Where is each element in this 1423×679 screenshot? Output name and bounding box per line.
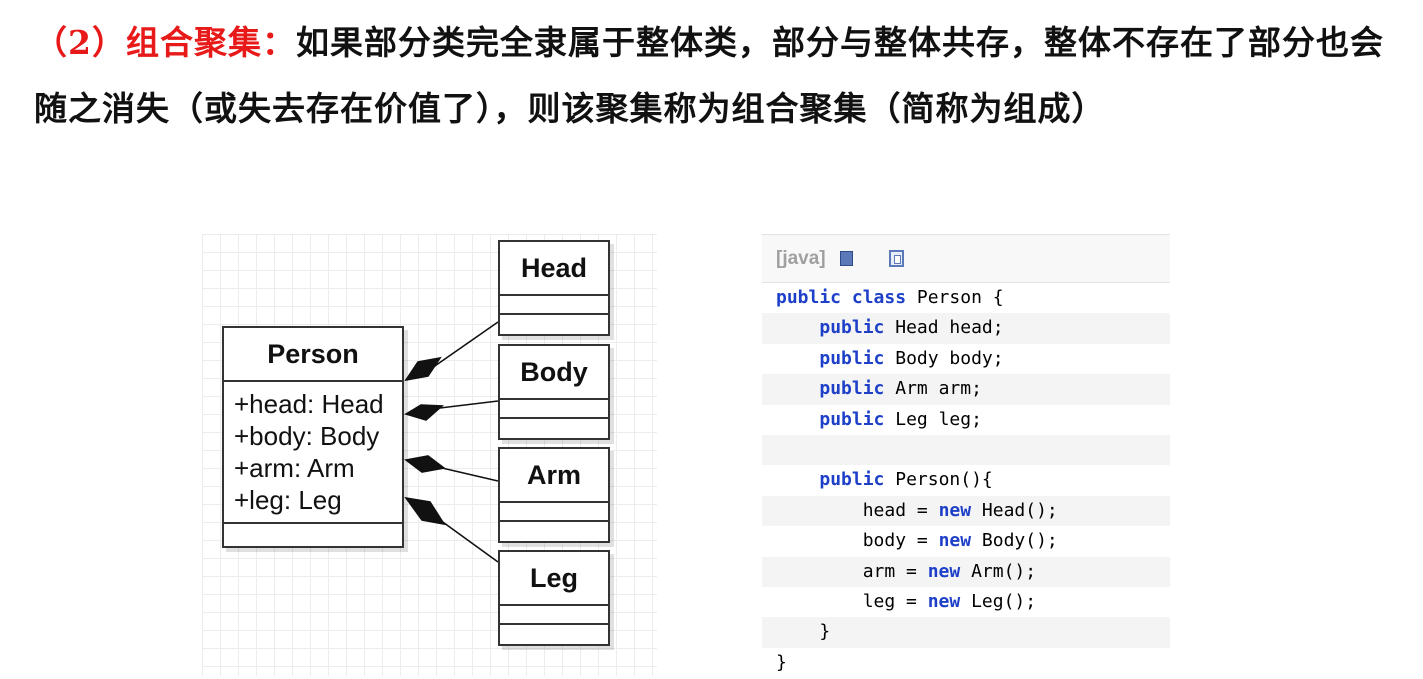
code-line: public Person(){: [762, 465, 1170, 495]
diamond-arm: [404, 455, 446, 473]
attribute: +arm: Arm: [234, 453, 355, 483]
class-head-methods: [500, 315, 608, 332]
link-body: [439, 400, 499, 409]
code-line: }: [762, 648, 1170, 678]
class-head-attributes: [500, 296, 608, 315]
code-text: Arm();: [960, 560, 1037, 582]
class-head: Head: [498, 240, 610, 336]
code-text: Leg leg;: [884, 408, 982, 430]
class-arm: Arm: [498, 447, 610, 543]
diamond-body: [404, 404, 445, 421]
code-text: Head();: [971, 499, 1058, 521]
diamond-leg: [404, 496, 446, 526]
code-text: Arm arm;: [884, 378, 982, 400]
code-line: public Body body;: [762, 344, 1170, 374]
code-text: Person {: [906, 287, 1004, 308]
code-line: arm = new Arm();: [762, 556, 1170, 587]
class-head-name: Head: [500, 242, 608, 296]
code-line: public Head head;: [762, 313, 1170, 344]
code-keyword: new: [938, 530, 972, 552]
class-leg-attributes: [500, 606, 608, 625]
view-source-icon[interactable]: [839, 251, 853, 266]
code-text: leg =: [776, 590, 928, 612]
attribute: +head: Head: [234, 389, 384, 419]
intro-paragraph: （2）组合聚集：如果部分类完全隶属于整体类，部分与整体共存，整体不存在了部分也会…: [34, 10, 1404, 142]
code-text: Person(){: [884, 469, 993, 491]
code-keyword: public: [819, 347, 885, 369]
uml-diagram: Person +head: Head +body: Body +arm: Arm…: [202, 234, 657, 676]
link-leg: [439, 519, 499, 563]
class-arm-methods: [500, 522, 608, 539]
code-text: }: [776, 621, 831, 643]
attribute: +leg: Leg: [234, 485, 342, 515]
class-person-attributes: +head: Head +body: Body +arm: Arm +leg: …: [224, 382, 402, 524]
code-keyword: public class: [776, 287, 907, 308]
code-keyword: new: [927, 560, 961, 582]
class-arm-name: Arm: [500, 449, 608, 503]
code-text: arm =: [776, 560, 928, 582]
class-person-name: Person: [224, 328, 402, 382]
class-arm-attributes: [500, 503, 608, 522]
copy-icon[interactable]: [888, 250, 904, 267]
code-keyword: new: [927, 590, 961, 612]
class-leg-methods: [500, 625, 608, 642]
diamond-head: [404, 356, 442, 382]
code-text: Body();: [971, 530, 1058, 552]
code-line: public Leg leg;: [762, 405, 1170, 435]
link-arm: [441, 467, 499, 482]
class-body-name: Body: [500, 346, 608, 400]
link-head: [431, 321, 499, 369]
code-text: }: [776, 651, 787, 673]
code-line: public Arm arm;: [762, 374, 1170, 405]
section-tag: （2）组合聚集：: [34, 23, 296, 62]
code-line: [762, 434, 1170, 466]
code-keyword: new: [938, 499, 972, 521]
code-panel: [java] public class Person { public Head…: [762, 234, 1170, 679]
class-body-methods: [500, 419, 608, 436]
code-keyword: public: [819, 317, 885, 339]
code-line: public class Person {: [762, 283, 1170, 313]
code-body: public class Person { public Head head; …: [762, 283, 1170, 678]
code-toolbar: [java]: [762, 234, 1170, 283]
code-line: leg = new Leg();: [762, 587, 1170, 617]
class-body: Body: [498, 344, 610, 440]
code-line: head = new Head();: [762, 495, 1170, 527]
class-person: Person +head: Head +body: Body +arm: Arm…: [222, 326, 404, 548]
class-leg-name: Leg: [500, 552, 608, 606]
class-leg: Leg: [498, 550, 610, 646]
code-text: body =: [776, 530, 939, 552]
code-language-label: [java]: [776, 247, 826, 269]
code-keyword: public: [819, 469, 885, 491]
code-line: }: [762, 617, 1170, 648]
attribute: +body: Body: [234, 421, 380, 451]
code-line: body = new Body();: [762, 526, 1170, 556]
code-keyword: public: [819, 378, 885, 400]
code-text: Leg();: [960, 590, 1037, 612]
code-keyword: public: [819, 408, 885, 430]
code-text: head =: [776, 499, 939, 521]
class-body-attributes: [500, 400, 608, 419]
code-text: Body body;: [884, 347, 1004, 369]
class-person-methods: [224, 524, 402, 542]
code-text: Head head;: [884, 317, 1004, 339]
